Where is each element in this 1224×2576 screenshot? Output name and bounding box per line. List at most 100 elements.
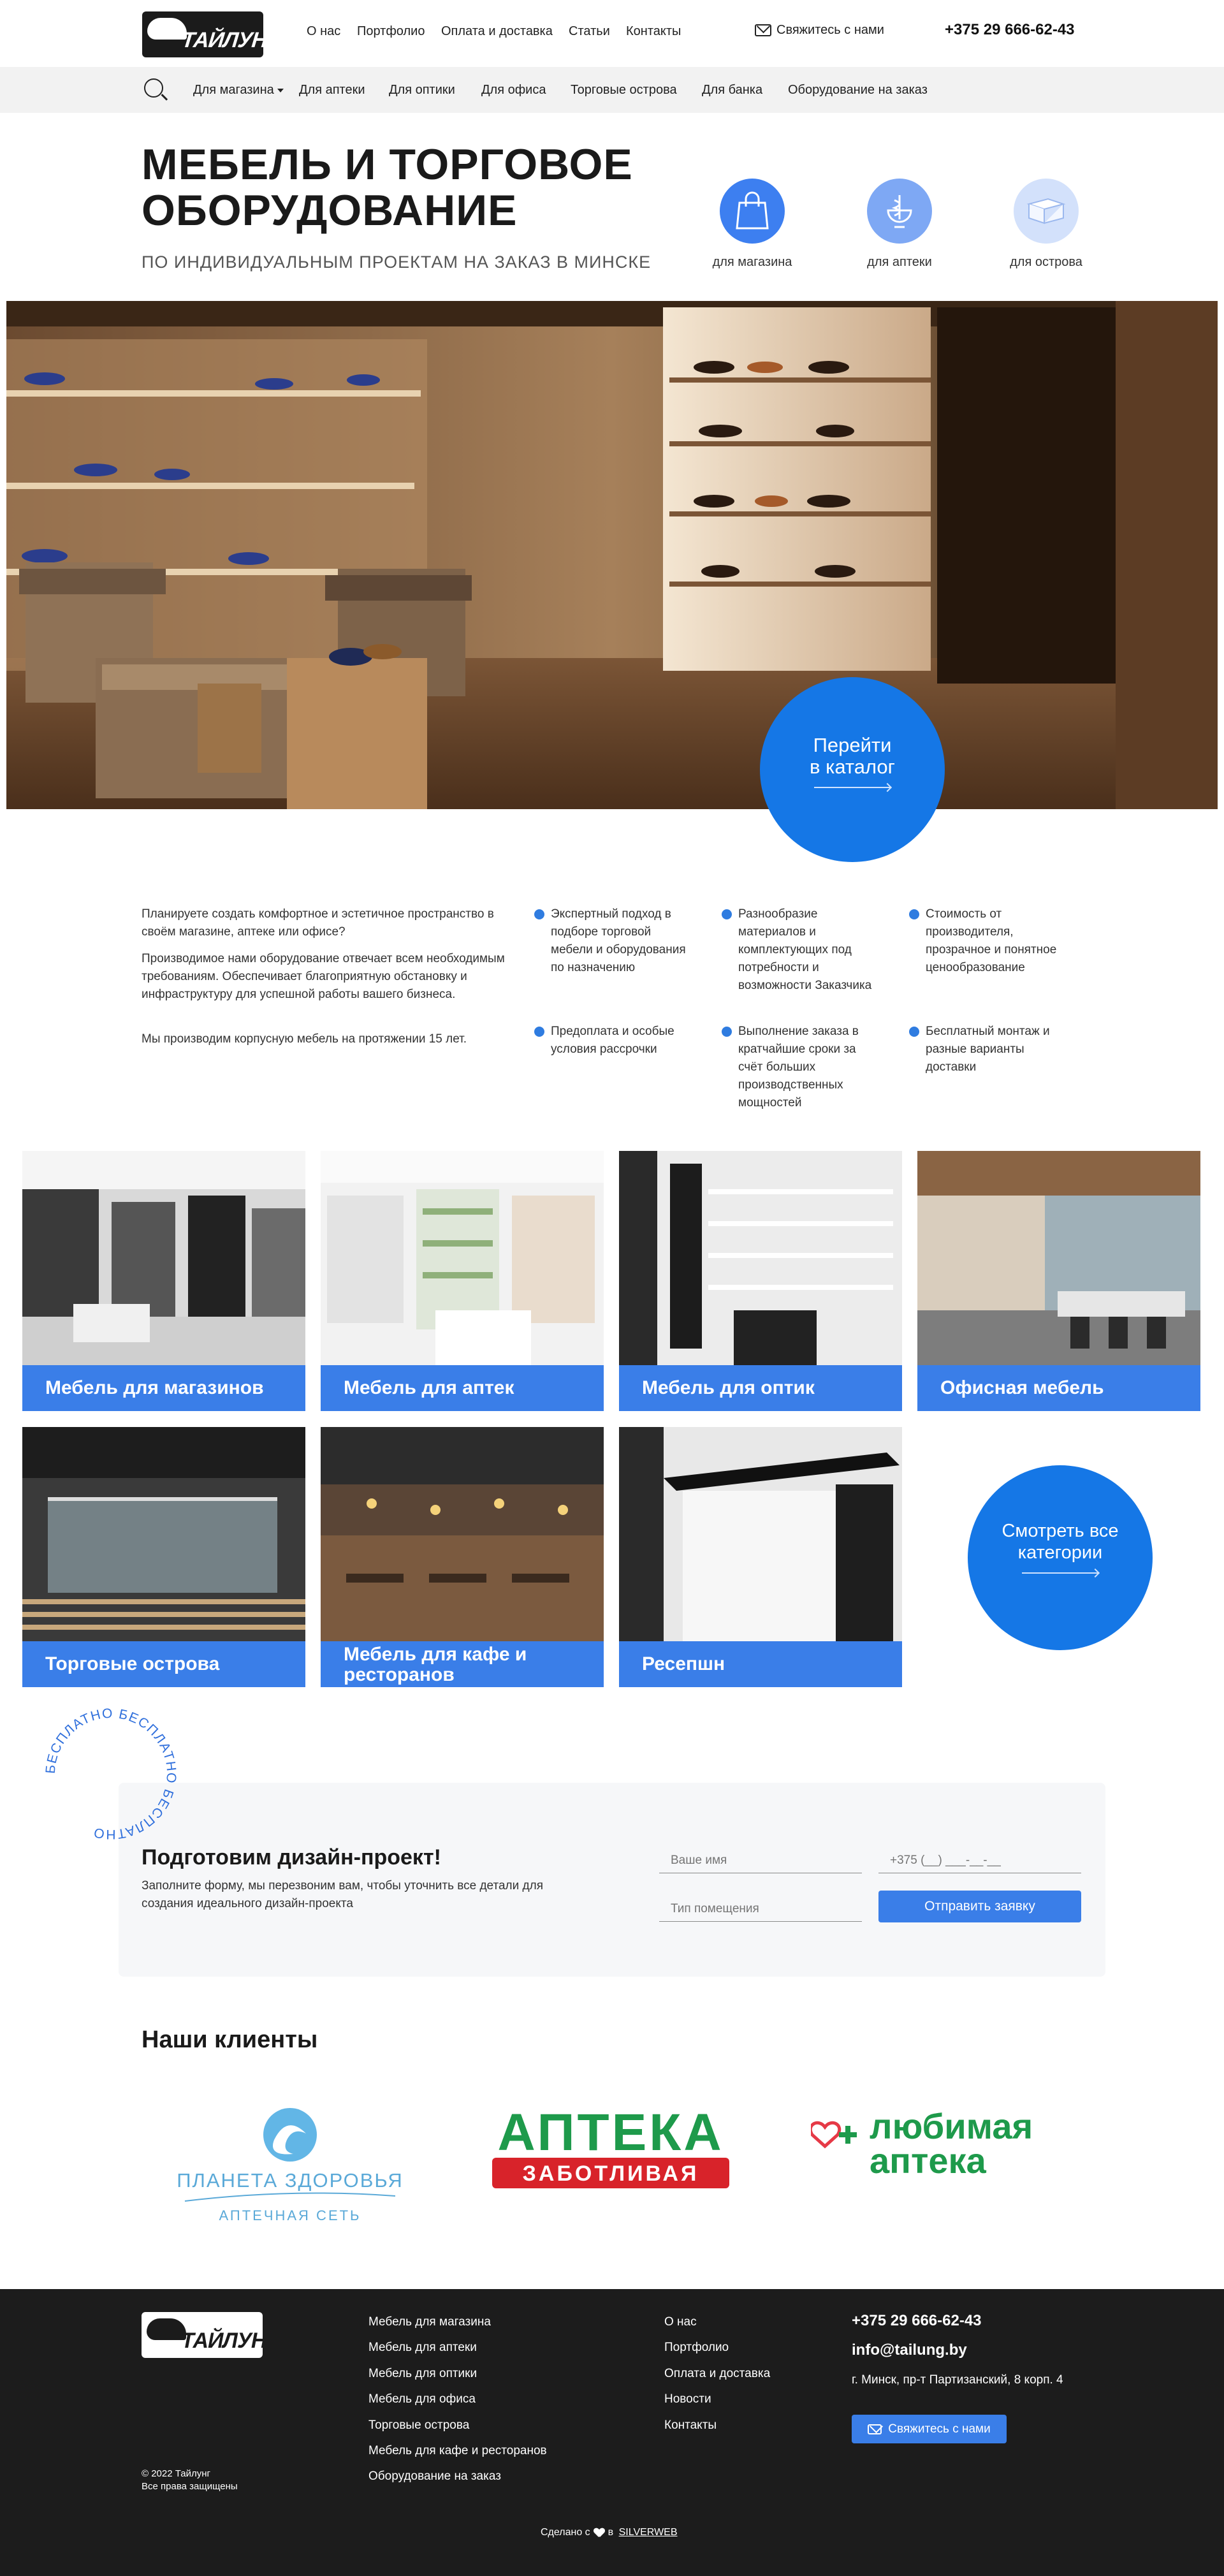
subnav-optics[interactable]: Для оптики [389, 83, 455, 98]
tile-label: Ресепшн [619, 1641, 902, 1687]
catalog-button-line-2: в каталог [810, 756, 895, 778]
office-interior-photo [917, 1151, 1200, 1365]
subnav-islands[interactable]: Торговые острова [571, 83, 677, 98]
category-tile-shops[interactable]: Мебель для магазинов [22, 1151, 305, 1411]
client-logo-lyubimaya-apteka[interactable]: любимая аптека [809, 2102, 1066, 2184]
footer-link-portfolio[interactable]: Портфолио [664, 2341, 729, 2355]
free-badge-ring: БЕСПЛАТНО БЕСПЛАТНО БЕСПЛАТНО [43, 1706, 178, 1841]
made-by-credit: Сделано с в SILVERWEB [541, 2527, 678, 2538]
feature-item: Предоплата и особые условия рассрочки [534, 1023, 694, 1058]
all-button-line-1: Смотреть все [1002, 1521, 1119, 1541]
client-logo-planeta-zdorovya[interactable]: ПЛАНЕТА ЗДОРОВЬЯ АПТЕЧНАЯ СЕТЬ [172, 2102, 408, 2229]
category-nav: Для магазина Для аптеки Для оптики Для о… [0, 67, 1224, 113]
nav-payment-delivery[interactable]: Оплата и доставка [441, 24, 553, 39]
site-header: ТАЙЛУНГ О нас Портфолио Оплата и доставк… [0, 0, 1224, 67]
tile-label: Офисная мебель [917, 1365, 1200, 1411]
page-title: МЕБЕЛЬ И ТОРГОВОЕ ОБОРУДОВАНИЕ [142, 142, 715, 233]
client-1-line-2: АПТЕЧНАЯ СЕТЬ [219, 2207, 361, 2223]
client-2-line-2: ЗАБОТЛИВАЯ [523, 2162, 699, 2186]
tile-label: Торговые острова [22, 1641, 305, 1687]
category-tile-optics[interactable]: Мебель для оптик [619, 1151, 902, 1411]
pharmacy-bowl-icon[interactable] [867, 179, 932, 244]
reception-desk-photo [619, 1427, 902, 1641]
subnav-office[interactable]: Для офиса [481, 83, 546, 98]
heart-icon [594, 2528, 604, 2537]
site-logo[interactable]: ТАЙЛУНГ [142, 11, 263, 57]
nav-portfolio[interactable]: Портфолио [357, 24, 425, 39]
feature-item: Экспертный подход в подборе торговой меб… [534, 905, 694, 977]
catalog-button-line-1: Перейти [813, 734, 892, 756]
view-all-categories-button[interactable]: Смотреть все категории [968, 1465, 1153, 1650]
cafe-interior-photo [321, 1427, 604, 1641]
footer-link-office[interactable]: Мебель для офиса [368, 2392, 476, 2406]
room-type-input[interactable] [659, 1891, 862, 1922]
footer-link-islands[interactable]: Торговые острова [368, 2419, 469, 2433]
client-3-line-2: аптека [870, 2141, 987, 2181]
category-tile-office[interactable]: Офисная мебель [917, 1151, 1200, 1411]
contact-us-link[interactable]: Свяжитесь с нами [755, 23, 884, 38]
tile-label: Мебель для магазинов [22, 1365, 305, 1411]
nav-contacts[interactable]: Контакты [626, 24, 681, 39]
free-badge-text: БЕСПЛАТНО БЕСПЛАТНО БЕСПЛАТНО [43, 1706, 178, 1841]
header-phone[interactable]: +375 29 666-62-43 [945, 21, 1075, 39]
category-pharmacy-label[interactable]: для аптеки [836, 255, 963, 270]
category-tile-islands[interactable]: Торговые острова [22, 1427, 305, 1687]
footer-email[interactable]: info@tailung.by [852, 2341, 967, 2359]
made-in-text: в [608, 2527, 614, 2538]
subnav-shop[interactable]: Для магазина [193, 83, 284, 98]
footer-link-cafe[interactable]: Мебель для кафе и ресторанов [368, 2444, 547, 2458]
mail-icon [755, 24, 771, 36]
copyright: © 2022 Тайлунг [142, 2468, 210, 2479]
footer-link-news[interactable]: Новости [664, 2392, 711, 2406]
category-island-label[interactable]: для острова [982, 255, 1110, 270]
footer-link-shop[interactable]: Мебель для магазина [368, 2315, 491, 2329]
feature-text: Стоимость от производителя, прозрачное и… [926, 907, 1057, 974]
clients-title: Наши клиенты [142, 2026, 318, 2053]
subnav-bank[interactable]: Для банка [702, 83, 762, 98]
shop-interior-photo [22, 1151, 305, 1365]
category-tile-reception[interactable]: Ресепшн [619, 1427, 902, 1687]
name-input[interactable] [659, 1843, 862, 1873]
feature-text: Экспертный подход в подборе торговой меб… [551, 907, 686, 974]
search-icon[interactable] [144, 78, 163, 98]
feature-text: Бесплатный монтаж и разные варианты дост… [926, 1025, 1050, 1074]
footer-link-contacts[interactable]: Контакты [664, 2419, 717, 2433]
shopping-bag-icon[interactable] [720, 179, 785, 244]
island-counter-icon[interactable] [1014, 179, 1079, 244]
client-logo-apteka-zabotlivaya[interactable]: АПТЕКА ЗАБОТЛИВАЯ [490, 2104, 732, 2190]
category-shop-label[interactable]: для магазина [688, 255, 816, 270]
footer-logo[interactable]: ТАЙЛУНГ [142, 2312, 263, 2358]
category-tile-pharmacies[interactable]: Мебель для аптек [321, 1151, 604, 1411]
nav-articles[interactable]: Статьи [569, 24, 610, 39]
footer-phone[interactable]: +375 29 666-62-43 [852, 2312, 982, 2330]
category-tile-cafe[interactable]: Мебель для кафе и ресторанов [321, 1427, 604, 1687]
tile-label: Мебель для оптик [619, 1365, 902, 1411]
phone-input[interactable] [878, 1843, 1081, 1873]
agency-link[interactable]: SILVERWEB [619, 2527, 678, 2538]
footer-link-payment[interactable]: Оплата и доставка [664, 2367, 770, 2381]
bullet-dot-icon [534, 1027, 544, 1037]
contact-us-label: Свяжитесь с нами [776, 23, 884, 37]
footer-link-custom[interactable]: Оборудование на заказ [368, 2470, 501, 2484]
footer-contact-button[interactable]: Свяжитесь с нами [852, 2415, 1007, 2443]
caret-down-icon [277, 88, 284, 92]
title-line-1: МЕБЕЛЬ И ТОРГОВОЕ [142, 140, 633, 189]
subnav-shop-label: Для магазина [193, 83, 274, 97]
go-to-catalog-button[interactable]: Перейти в каталог [760, 677, 945, 862]
submit-request-button[interactable]: Отправить заявку [878, 1891, 1081, 1922]
footer-link-about[interactable]: О нас [664, 2315, 697, 2329]
form-title: Подготовим дизайн-проект! [142, 1845, 441, 1870]
footer-link-optics[interactable]: Мебель для оптики [368, 2367, 477, 2381]
bullet-dot-icon [909, 909, 919, 919]
nav-about[interactable]: О нас [307, 24, 340, 39]
feature-item: Стоимость от производителя, прозрачное и… [909, 905, 1068, 977]
subnav-pharmacy[interactable]: Для аптеки [299, 83, 365, 98]
island-showcase-photo [22, 1427, 305, 1641]
all-button-line-2: категории [1017, 1542, 1103, 1563]
footer-link-pharmacy[interactable]: Мебель для аптеки [368, 2341, 477, 2355]
arrow-right-icon [1022, 1572, 1098, 1574]
feature-item: Выполнение заказа в кратчайшие сроки за … [722, 1023, 881, 1112]
pharmacy-interior-photo [321, 1151, 604, 1365]
title-line-2: ОБОРУДОВАНИЕ [142, 186, 518, 235]
subnav-custom[interactable]: Оборудование на заказ [788, 83, 928, 98]
